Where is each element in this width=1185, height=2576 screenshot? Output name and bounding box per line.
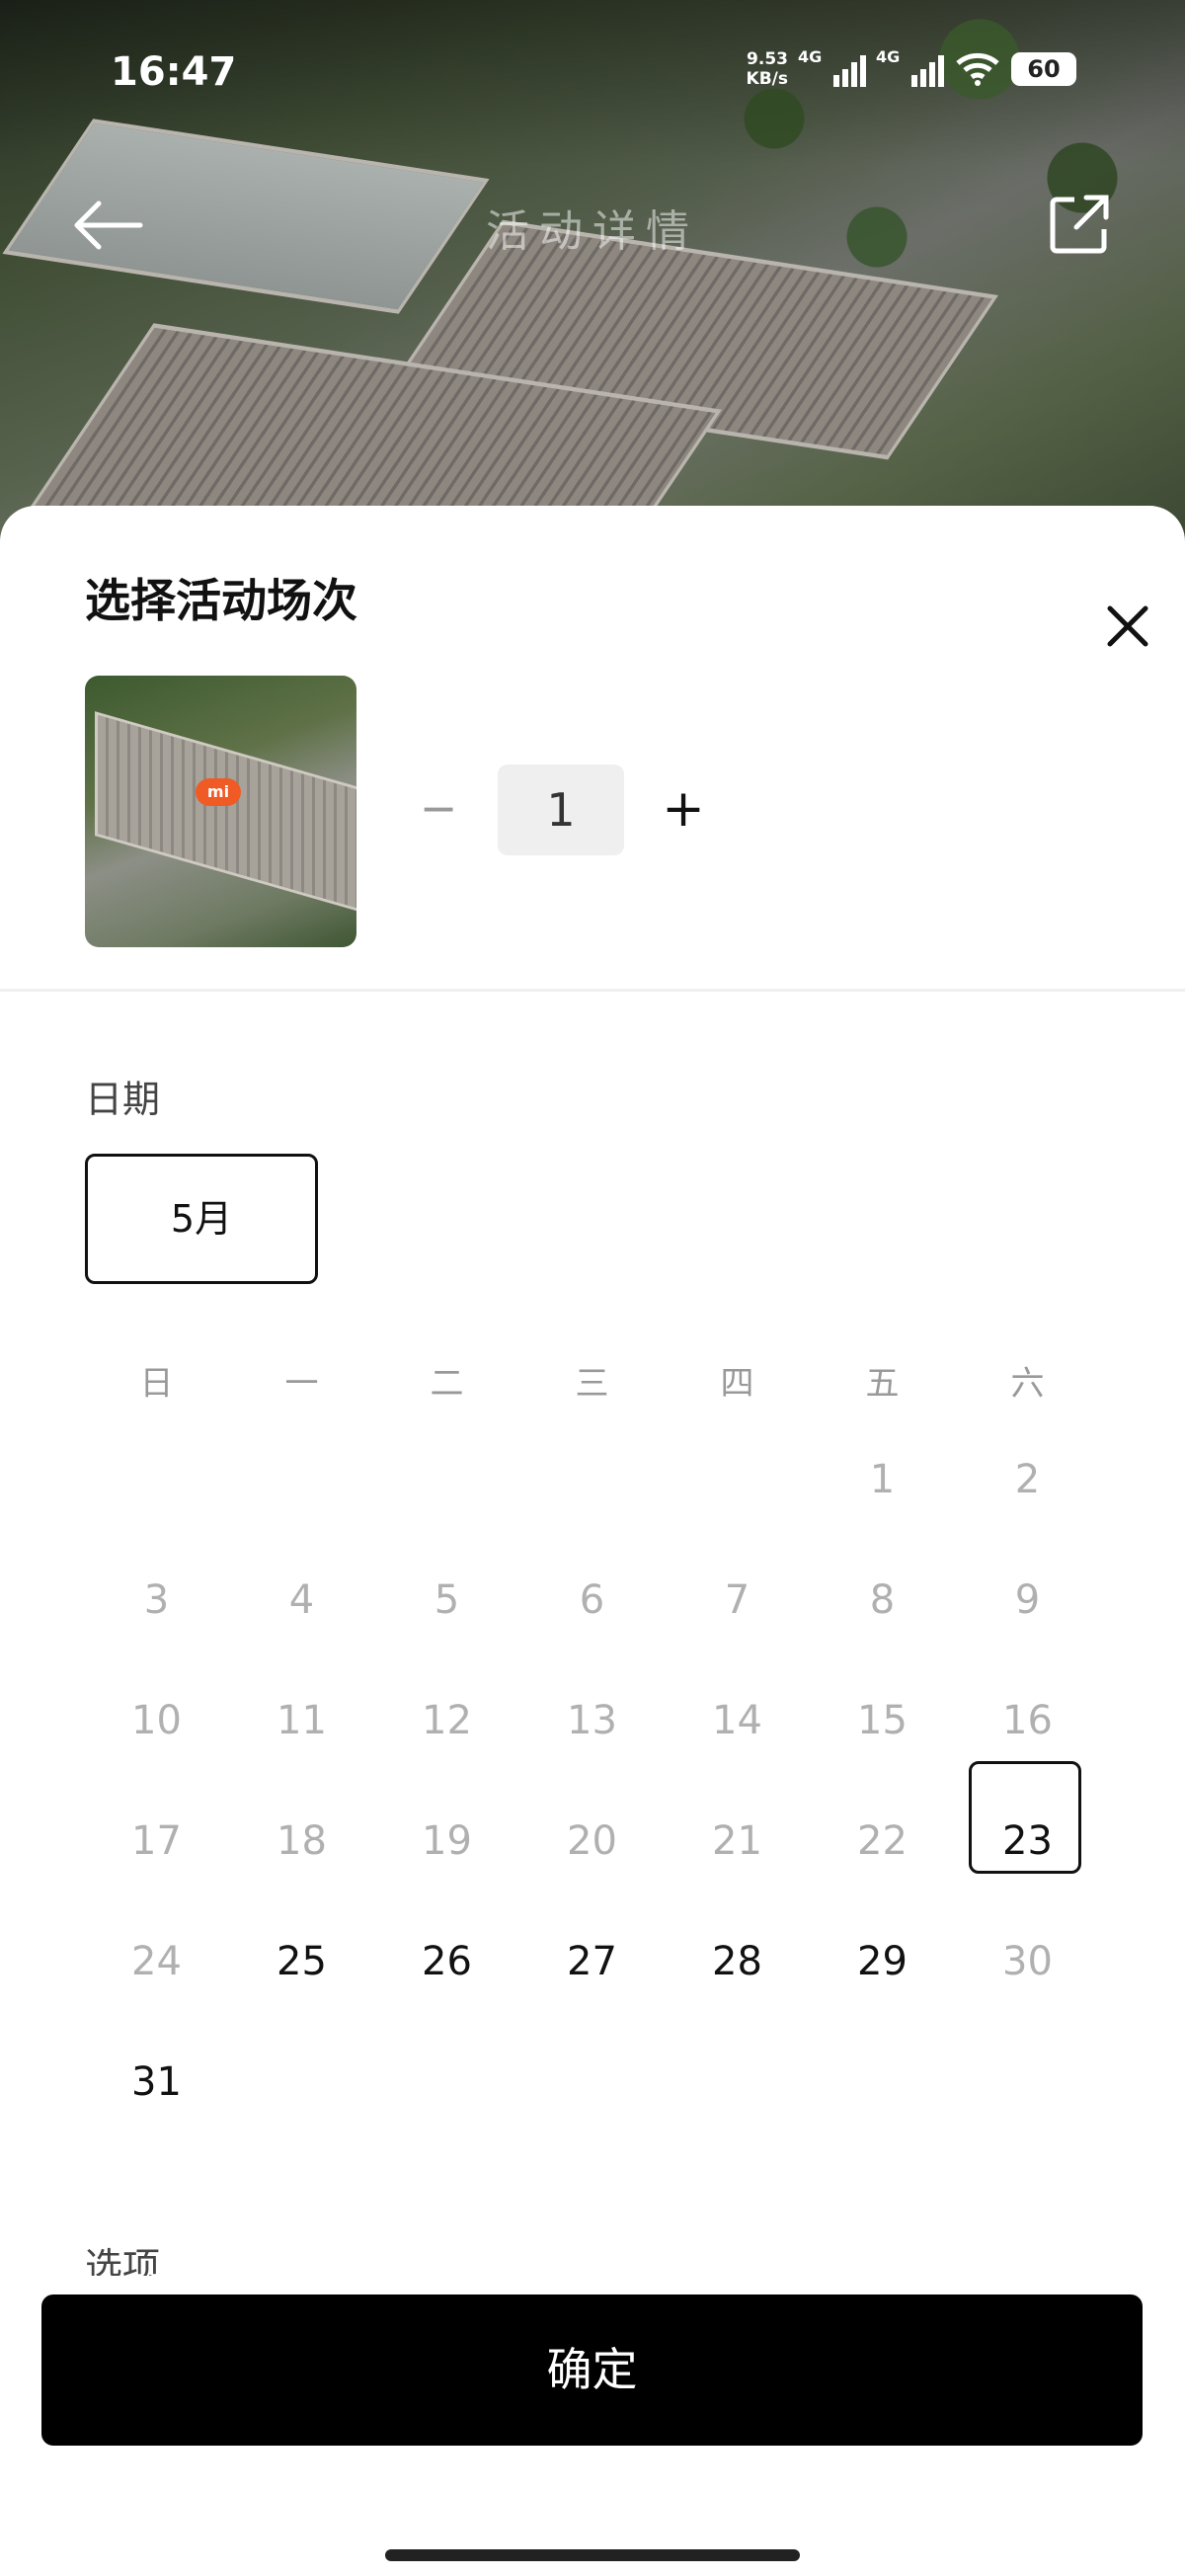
thumbnail-building — [95, 711, 356, 923]
date-section-label: 日期 — [85, 1078, 161, 1121]
calendar-day: 7 — [724, 1577, 750, 1623]
calendar-day[interactable]: 28 — [665, 1939, 810, 1984]
calendar-week-row: 12 — [84, 1419, 1170, 1540]
cell-signal-icon: 4G — [876, 47, 944, 87]
calendar-day: 2 — [1014, 1457, 1041, 1502]
wifi-icon — [956, 52, 999, 86]
calendar-day[interactable]: 29 — [810, 1939, 955, 1984]
quantity-decrease-button[interactable]: − — [415, 785, 462, 834]
calendar-day: 18 — [276, 1818, 327, 1864]
month-chip[interactable]: 5月 — [85, 1154, 318, 1284]
calendar-day: 16 — [1002, 1698, 1053, 1743]
calendar-week-row: 17 18 19 20 21 22 23 — [84, 1761, 1170, 1901]
brand-logo-icon: mi — [196, 778, 241, 806]
calendar-week-row: 3 4 5 6 7 8 9 — [84, 1540, 1170, 1660]
calendar-day: 19 — [422, 1818, 472, 1864]
weekday-label: 五 — [865, 1363, 900, 1404]
network-speed-unit: KB/s — [746, 69, 788, 89]
session-select-sheet: 选择活动场次 mi − 1 + 日期 5月 日一二三四五六 1 2 3 4 5 6 7 8 9 10… — [0, 506, 1185, 2576]
weekday-label: 一 — [284, 1363, 319, 1404]
calendar-day: 11 — [276, 1698, 327, 1743]
options-section-label: 选项 — [85, 2245, 161, 2276]
calendar-day: 8 — [869, 1577, 896, 1623]
calendar-day-selected[interactable]: 23 — [955, 1761, 1100, 1874]
cell-signal-icon: 4G — [798, 47, 866, 87]
calendar-weekday-row: 日一二三四五六 — [84, 1340, 1170, 1419]
quantity-value[interactable]: 1 — [498, 765, 624, 855]
calendar-day[interactable]: 25 — [229, 1939, 374, 1984]
top-nav: 活动详情 — [0, 188, 1185, 267]
calendar-day: 5 — [434, 1577, 460, 1623]
share-icon[interactable] — [1049, 194, 1110, 255]
calendar-day: 24 — [131, 1939, 182, 1984]
product-thumbnail: mi — [85, 676, 356, 947]
quantity-stepper: − 1 + — [415, 765, 707, 855]
calendar-day: 3 — [143, 1577, 170, 1623]
calendar-day: 13 — [567, 1698, 617, 1743]
calendar-day: 9 — [1014, 1577, 1041, 1623]
network-speed: 9.53 KB/s — [747, 49, 788, 89]
section-divider — [0, 989, 1185, 992]
calendar-day: 15 — [857, 1698, 908, 1743]
weekday-label: 三 — [575, 1363, 609, 1404]
calendar-day[interactable]: 31 — [84, 2059, 229, 2105]
cell-signal-label: 4G — [798, 47, 823, 66]
calendar-week-row: 24 25 26 27 28 29 30 — [84, 1901, 1170, 2022]
weekday-label: 六 — [1010, 1363, 1045, 1404]
status-indicators: 9.53 KB/s 4G 4G 60 — [747, 47, 1076, 89]
network-speed-value: 9.53 — [747, 49, 788, 69]
calendar-day: 22 — [857, 1818, 908, 1864]
weekday-label: 二 — [430, 1363, 464, 1404]
calendar-day: 30 — [1002, 1939, 1053, 1984]
calendar: 日一二三四五六 1 2 3 4 5 6 7 8 9 10 11 12 13 14 15 16 17 18 19 20 21… — [84, 1340, 1170, 2142]
cell-signal-label: 4G — [876, 47, 901, 66]
calendar-day: 12 — [422, 1698, 472, 1743]
weekday-label: 日 — [139, 1363, 174, 1404]
calendar-day: 4 — [288, 1577, 315, 1623]
battery-icon: 60 — [1011, 52, 1076, 86]
sheet-title: 选择活动场次 — [85, 574, 357, 627]
weekday-label: 四 — [720, 1363, 754, 1404]
calendar-day: 10 — [131, 1698, 182, 1743]
calendar-day: 21 — [712, 1818, 762, 1864]
close-icon[interactable] — [1104, 603, 1151, 650]
page-title: 活动详情 — [486, 206, 699, 257]
calendar-day: 6 — [579, 1577, 605, 1623]
confirm-button[interactable]: 确定 — [41, 2294, 1143, 2446]
calendar-week-row: 31 — [84, 2022, 1170, 2142]
quantity-increase-button[interactable]: + — [660, 783, 707, 835]
calendar-day: 14 — [712, 1698, 762, 1743]
calendar-day[interactable]: 27 — [519, 1939, 665, 1984]
home-indicator[interactable] — [385, 2549, 800, 2561]
status-bar: 16:47 9.53 KB/s 4G 4G 60 — [0, 0, 1185, 148]
calendar-day: 20 — [567, 1818, 617, 1864]
calendar-day: 17 — [131, 1818, 182, 1864]
calendar-day[interactable]: 26 — [374, 1939, 519, 1984]
calendar-day: 1 — [869, 1457, 896, 1502]
status-time: 16:47 — [111, 49, 237, 95]
